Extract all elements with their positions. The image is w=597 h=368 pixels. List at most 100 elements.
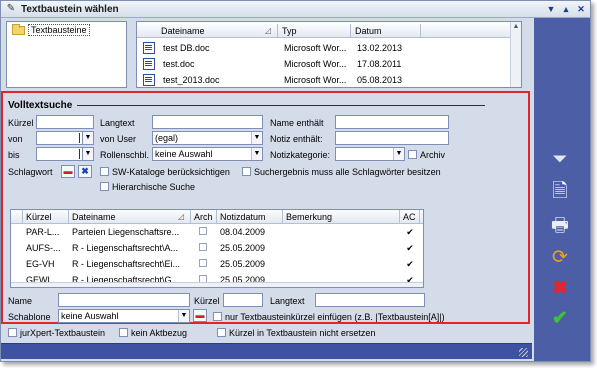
confirm-icon[interactable]: ✔ xyxy=(548,307,572,331)
file-name: test DB.doc xyxy=(163,43,210,53)
file-row[interactable]: test.doc Microsoft Wor... 17.08.2011 xyxy=(137,56,427,72)
cell-ac[interactable]: ✔ xyxy=(400,259,420,270)
column-header-datum[interactable]: Datum xyxy=(351,24,421,37)
rollenschbl-value: keine Auswahl xyxy=(155,149,213,159)
filter-langtext-label: Langtext xyxy=(270,296,305,306)
column-header-ac[interactable]: AC xyxy=(400,210,420,223)
column-header-bemerkung[interactable]: Bemerkung xyxy=(283,210,400,223)
schablone-select-button[interactable]: ▬ xyxy=(193,309,207,322)
restore-icon[interactable]: ▴ xyxy=(560,3,572,15)
refresh-icon[interactable]: ⟳ xyxy=(548,246,572,270)
export-document-icon[interactable]: 🗎 xyxy=(548,180,572,204)
column-header-dateiname[interactable]: Dateiname ◿ xyxy=(69,210,191,223)
langtext-input[interactable] xyxy=(152,115,263,129)
langtext-label: Langtext xyxy=(100,118,135,128)
results-header: Kürzel Dateiname ◿ Arch Notizdatum Bemerk… xyxy=(11,210,423,224)
column-header-dateiname[interactable]: Dateiname ◿ xyxy=(157,24,278,37)
file-date: 17.08.2011 xyxy=(357,59,402,69)
column-header-label: Dateiname xyxy=(161,26,205,36)
column-header-notizdatum[interactable]: Notizdatum xyxy=(217,210,283,223)
file-date: 05.08.2013 xyxy=(357,75,403,85)
kein-aktbezug-checkbox[interactable] xyxy=(119,328,128,337)
file-list-scrollbar[interactable]: ▲ xyxy=(510,22,521,87)
name-input[interactable] xyxy=(58,293,190,307)
schablone-select[interactable]: keine Auswahl ▼ xyxy=(58,309,190,323)
results-table[interactable]: Kürzel Dateiname ◿ Arch Notizdatum Bemerk… xyxy=(10,209,424,288)
tree-item-label: Textbausteine xyxy=(28,24,90,36)
pin-down-icon[interactable]: ▼ xyxy=(545,3,557,15)
cell-arch xyxy=(191,243,217,253)
table-row[interactable]: PAR-L... Parteien Liegenschaftsre... 08.… xyxy=(11,224,423,240)
select-icon: ▬ xyxy=(195,310,205,320)
file-type: Microsoft Wor... xyxy=(284,43,347,53)
table-row[interactable]: EG-VH R - Liegenschaftsrecht\Ei... 25.05… xyxy=(11,256,423,272)
file-list-header: Dateiname ◿ Typ Datum xyxy=(137,24,510,38)
sort-icon: ◿ xyxy=(264,26,271,35)
name-label: Name xyxy=(8,296,33,306)
pen-icon: ✎ xyxy=(6,3,16,14)
von-user-select[interactable]: (egal) ▼ xyxy=(152,131,263,145)
action-toolbar: ⏷ 🗎 🖶 ⟳ ✖ ✔ xyxy=(534,18,590,361)
kuerzel-label: Kürzel xyxy=(8,118,34,128)
chevron-down-icon[interactable]: ▼ xyxy=(251,148,262,160)
chevron-down-icon[interactable]: ▼ xyxy=(82,148,93,160)
rollenschbl-select[interactable]: keine Auswahl ▼ xyxy=(152,147,263,161)
status-strip xyxy=(1,343,532,359)
kuerzel-nicht-ersetzen-checkbox[interactable] xyxy=(217,328,226,337)
arch-checkbox[interactable] xyxy=(199,227,207,235)
tree-item-textbausteine[interactable]: Textbausteine xyxy=(12,23,126,36)
hierarchische-suche-checkbox[interactable] xyxy=(100,182,109,191)
nur-kuerzel-checkbox[interactable] xyxy=(213,312,222,321)
bis-date-picker[interactable]: ▼ xyxy=(36,147,94,161)
suchergebnis-checkbox[interactable] xyxy=(242,167,251,176)
fulltext-search-panel: Volltextsuche Kürzel Langtext Name enthä… xyxy=(1,91,530,324)
filter-kuerzel-label: Kürzel xyxy=(194,296,220,306)
column-header-arch[interactable]: Arch xyxy=(191,210,217,223)
folder-tree[interactable]: Textbausteine xyxy=(6,21,127,88)
cell-kuerzel: AUFS-... xyxy=(26,243,61,253)
file-type: Microsoft Wor... xyxy=(284,75,347,85)
chevron-down-icon[interactable]: ▼ xyxy=(393,148,404,160)
close-icon[interactable]: ✕ xyxy=(575,3,587,15)
resize-grip-icon[interactable] xyxy=(519,348,528,357)
file-row[interactable]: test DB.doc Microsoft Wor... 13.02.2013 xyxy=(137,40,427,56)
file-date: 13.02.2013 xyxy=(357,43,403,53)
arch-checkbox[interactable] xyxy=(199,259,207,267)
name-enthaelt-input[interactable] xyxy=(335,115,449,129)
archiv-checkbox[interactable] xyxy=(408,150,417,159)
row-selector-header xyxy=(11,210,23,223)
von-date-picker[interactable]: ▼ xyxy=(36,131,94,145)
table-row[interactable]: AUFS-... R - Liegenschaftsrecht\A... 25.… xyxy=(11,240,423,256)
filter-icon[interactable]: ⏷ xyxy=(548,148,572,172)
results-scrollbar[interactable] xyxy=(11,282,423,287)
jurxpert-checkbox[interactable] xyxy=(8,328,17,337)
notiz-enthaelt-input[interactable] xyxy=(335,131,449,145)
schlagwort-clear-button[interactable]: ✖ xyxy=(78,165,92,178)
chevron-down-icon[interactable]: ▼ xyxy=(178,310,189,322)
schlagwort-label: Schlagwort xyxy=(8,167,53,177)
chevron-down-icon[interactable]: ▼ xyxy=(251,132,262,144)
cell-notizdatum: 25.05.2009 xyxy=(220,243,266,253)
cell-ac[interactable]: ✔ xyxy=(400,227,420,238)
title-bar: ✎ Textbaustein wählen ▼ ▴ ✕ xyxy=(1,1,590,18)
column-header-kuerzel[interactable]: Kürzel xyxy=(23,210,69,223)
schlagwort-select-button[interactable]: ▬ xyxy=(61,165,75,178)
print-icon[interactable]: 🖶 xyxy=(548,214,572,238)
notizkategorie-select[interactable]: ▼ xyxy=(335,147,405,161)
file-list[interactable]: Dateiname ◿ Typ Datum test DB.doc Microso… xyxy=(136,21,522,88)
cell-ac[interactable]: ✔ xyxy=(400,243,420,254)
sw-kataloge-checkbox[interactable] xyxy=(100,167,109,176)
file-row[interactable]: test_2013.doc Microsoft Wor... 05.08.201… xyxy=(137,72,427,87)
filter-kuerzel-input[interactable] xyxy=(223,293,263,307)
kuerzel-input[interactable] xyxy=(36,115,94,129)
arch-checkbox[interactable] xyxy=(199,243,207,251)
chevron-down-icon[interactable]: ▼ xyxy=(82,132,93,144)
cell-dateiname: R - Liegenschaftsrecht\Ei... xyxy=(72,259,181,269)
sw-kataloge-label: SW-Kataloge berücksichtigen xyxy=(112,167,230,177)
jurxpert-label: jurXpert-Textbaustein xyxy=(20,328,106,338)
column-header-typ[interactable]: Typ xyxy=(278,24,351,37)
filter-langtext-input[interactable] xyxy=(315,293,425,307)
scroll-up-icon[interactable]: ▲ xyxy=(511,22,521,32)
cell-notizdatum: 25.05.2009 xyxy=(220,259,266,269)
cancel-icon[interactable]: ✖ xyxy=(548,277,572,301)
